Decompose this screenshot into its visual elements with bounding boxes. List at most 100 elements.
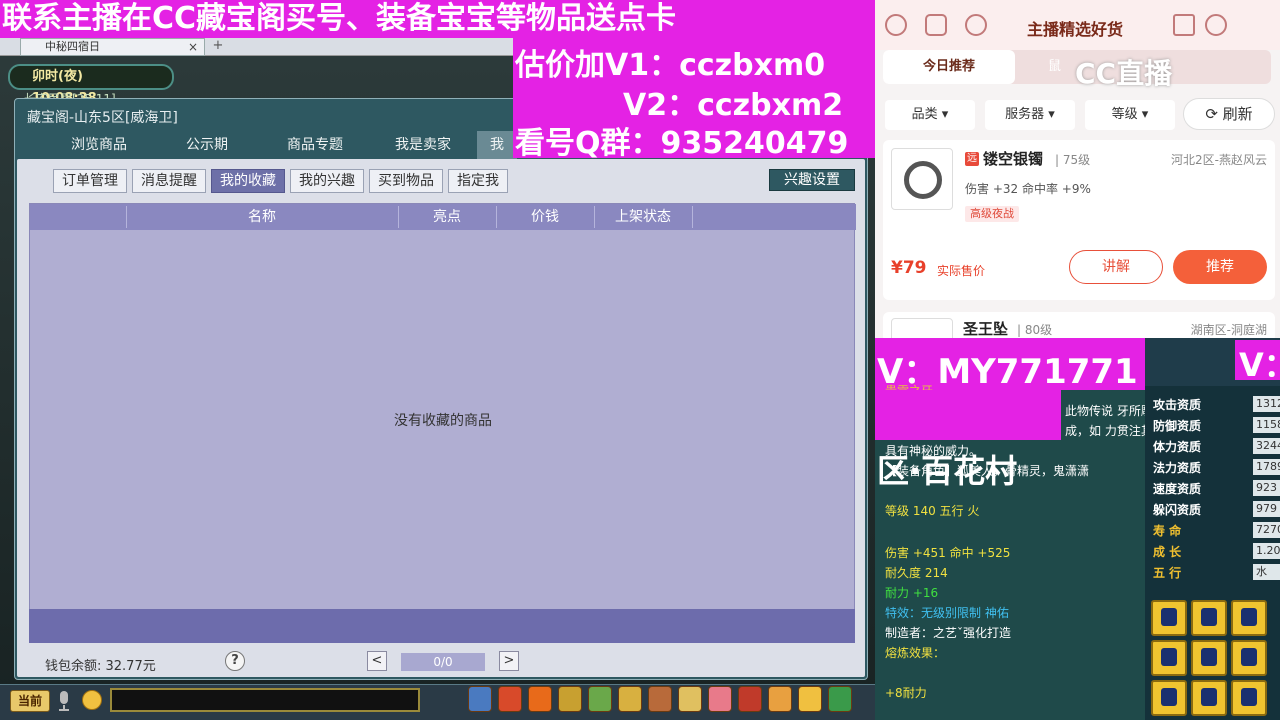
new-tab-icon[interactable]: + — [210, 38, 226, 54]
filter-category[interactable]: 品类 ▾ — [885, 100, 975, 130]
pet-skill-icon[interactable] — [1231, 680, 1267, 716]
column-name[interactable]: 名称 — [126, 204, 398, 230]
tab-publicity[interactable]: 公示期 — [153, 131, 261, 159]
sub-tabs: 订单管理 消息提醒 我的收藏 我的兴趣 买到物品 指定我 — [53, 169, 508, 193]
product-tag: 远 — [965, 152, 979, 166]
skill-icon[interactable] — [528, 686, 552, 712]
avatar-icon[interactable] — [885, 14, 907, 36]
ad-qq-group: 看号Q群：935240479 — [515, 126, 849, 161]
product-name: 圣王坠 — [963, 320, 1009, 338]
product-image — [891, 148, 953, 210]
skill-icon[interactable] — [648, 686, 672, 712]
attr-row: 五 行 水 — [1153, 564, 1280, 582]
skill-icon[interactable] — [678, 686, 702, 712]
pet-attributes-panel: V： 攻击资质 1312 防御资质 1158 体力资质 3244 法力资质 17… — [1145, 338, 1280, 598]
heart-icon[interactable] — [965, 14, 987, 36]
skill-icon[interactable] — [708, 686, 732, 712]
grid-icon[interactable] — [925, 14, 947, 36]
pet-skill-icon[interactable] — [1191, 640, 1227, 676]
refresh-button[interactable]: ⟳ 刷新 — [1183, 98, 1275, 130]
tab-mine[interactable]: 我 — [477, 131, 517, 159]
product-card[interactable]: 圣王坠 | 80级 湖南区-洞庭湖 — [883, 312, 1275, 338]
filter-server[interactable]: 服务器 ▾ — [985, 100, 1075, 130]
home-icon[interactable] — [1173, 14, 1195, 36]
skill-icon[interactable] — [588, 686, 612, 712]
tab-other[interactable]: 鼠 — [1048, 50, 1061, 84]
help-icon[interactable]: ? — [225, 651, 245, 671]
skill-icon[interactable] — [618, 686, 642, 712]
pet-skill-icon[interactable] — [1151, 680, 1187, 716]
filter-level[interactable]: 等级 ▾ — [1085, 100, 1175, 130]
attr-value: 923 — [1253, 480, 1280, 496]
prev-page-button[interactable]: < — [367, 651, 387, 671]
skill-icon[interactable] — [468, 686, 492, 712]
attr-label: 寿 命 — [1153, 524, 1182, 538]
streamer-store-panel: 主播精选好货 今日推荐 鼠 CC直播 品类 ▾ 服务器 ▾ 等级 ▾ ⟳ 刷新 … — [875, 0, 1280, 338]
column-highlight[interactable]: 亮点 — [398, 204, 496, 230]
emoji-icon[interactable] — [82, 690, 102, 710]
ad-contact: V： — [1235, 340, 1280, 384]
page-indicator: 0/0 — [401, 653, 485, 671]
refresh-label: 刷新 — [1222, 105, 1253, 123]
attr-label: 成 长 — [1153, 545, 1182, 559]
skill-icon[interactable] — [738, 686, 762, 712]
product-price-label: 实际售价 — [937, 264, 986, 278]
pet-skill-icon[interactable] — [1231, 640, 1267, 676]
product-badge: 高级夜战 — [965, 206, 1019, 222]
product-card[interactable]: 远 镂空银镯 | 75级 河北2区-燕赵风云 伤害 +32 命中率 +9% 高级… — [883, 140, 1275, 300]
settings-icon[interactable] — [1205, 14, 1227, 36]
tab-purchased[interactable]: 买到物品 — [369, 169, 443, 193]
tab-my-interests[interactable]: 我的兴趣 — [290, 169, 364, 193]
attr-value: 3244 — [1253, 438, 1280, 454]
tab-topics[interactable]: 商品专题 — [261, 131, 369, 159]
attr-row: 法力资质 1789 — [1153, 459, 1280, 477]
game-tab[interactable]: 中秘四宿日 × — [20, 38, 205, 56]
item-refine: 熔炼效果： — [885, 646, 946, 660]
empty-message: 没有收藏的商品 — [394, 413, 492, 429]
product-server: 河北2区-燕赵风云 — [1171, 153, 1267, 167]
item-roles: 【装备角色】狐美人，骨精灵，鬼潇潇 — [885, 464, 1090, 478]
column-price[interactable]: 价钱 — [496, 204, 594, 230]
pet-skill-icon[interactable] — [1191, 680, 1227, 716]
game-window: 中秘四宿日 × + 卯时(夜) 10:08:38 长安民居[25,11] 当前 … — [0, 0, 875, 720]
tab-assigned-to-me[interactable]: 指定我 — [448, 169, 508, 193]
tab-my-favorites[interactable]: 我的收藏 — [211, 169, 285, 193]
attr-label: 躲闪资质 — [1153, 503, 1202, 517]
microphone-icon[interactable] — [56, 690, 72, 712]
skill-icon[interactable] — [498, 686, 522, 712]
ad-contact-v1: 估价加V1：cczbxm0 — [515, 48, 826, 83]
pet-skill-icon[interactable] — [1151, 640, 1187, 676]
store-title: 主播精选好货 — [1027, 20, 1124, 39]
interest-settings-button[interactable]: 兴趣设置 — [769, 169, 855, 191]
chat-input[interactable] — [110, 688, 420, 712]
current-channel-button[interactable]: 当前 — [10, 690, 50, 712]
tab-seller[interactable]: 我是卖家 — [369, 131, 477, 159]
next-page-button[interactable]: > — [499, 651, 519, 671]
explain-button[interactable]: 讲解 — [1069, 250, 1163, 284]
close-icon[interactable]: × — [188, 39, 198, 55]
tab-order-management[interactable]: 订单管理 — [53, 169, 127, 193]
wallet-balance: 钱包余额: 32.77元 — [45, 659, 156, 674]
tab-browse[interactable]: 浏览商品 — [45, 131, 153, 159]
column-listing-status[interactable]: 上架状态 — [594, 204, 692, 230]
pet-skill-icon[interactable] — [1191, 600, 1227, 636]
item-durability: 耐久度 214 — [885, 566, 948, 580]
bracelet-icon — [904, 161, 942, 199]
skill-icon[interactable] — [798, 686, 822, 712]
skill-icon[interactable] — [828, 686, 852, 712]
tab-messages[interactable]: 消息提醒 — [132, 169, 206, 193]
table-footer — [29, 609, 855, 643]
item-special: 特效：无级别限制 神佑 — [885, 606, 1009, 620]
pet-skill-icon[interactable] — [1231, 600, 1267, 636]
attr-row: 防御资质 1158 — [1153, 417, 1280, 435]
attr-row: 体力资质 3244 — [1153, 438, 1280, 456]
skill-icon[interactable] — [768, 686, 792, 712]
tab-today-recommend[interactable]: 今日推荐 — [883, 50, 1015, 84]
skill-icon[interactable] — [558, 686, 582, 712]
attr-value: 7270 — [1253, 522, 1280, 538]
recommend-button[interactable]: 推荐 — [1173, 250, 1267, 284]
pet-skill-icon[interactable] — [1151, 600, 1187, 636]
refresh-icon: ⟳ — [1205, 105, 1223, 123]
attr-label: 防御资质 — [1153, 419, 1202, 433]
attr-row: 成 长 1.20 — [1153, 543, 1280, 561]
